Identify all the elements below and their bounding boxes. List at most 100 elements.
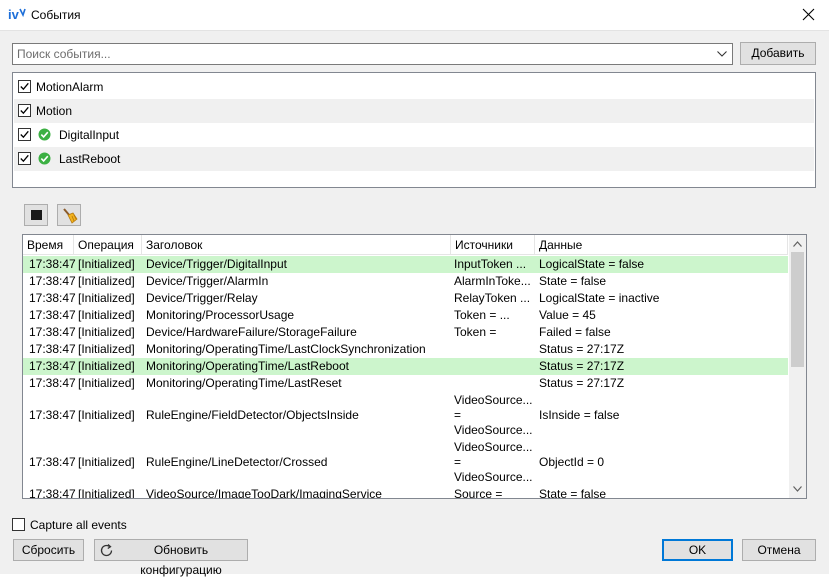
table-row[interactable]: 17:38:47 [Initialized] Monitoring/Proces…	[23, 307, 788, 324]
cell-sources-line: VideoSource...	[454, 440, 533, 454]
event-search-input[interactable]	[13, 44, 713, 64]
cell-title: Monitoring/OperatingTime/LastClockSynchr…	[146, 342, 426, 356]
event-log-grid[interactable]: Время Операция Заголовок Источники Данны…	[22, 234, 807, 499]
cell-data: Status = 27:17Z	[539, 376, 625, 390]
cell-sources-line: VideoSource...	[454, 423, 533, 437]
cell-operation: [Initialized]	[78, 291, 135, 305]
event-checkbox[interactable]	[18, 104, 31, 117]
cell-operation: [Initialized]	[78, 257, 135, 271]
scrollbar-thumb[interactable]	[791, 252, 804, 367]
cell-sources-line: =	[454, 408, 462, 422]
table-row[interactable]: 17:38:47 [Initialized] RuleEngine/LineDe…	[23, 439, 788, 486]
cell-title: Monitoring/OperatingTime/LastReset	[146, 376, 342, 390]
cell-time: 17:38:47	[29, 376, 76, 390]
event-checklist: MotionAlarm Motion DigitalInput LastRebo…	[12, 72, 816, 188]
cell-data: IsInside = false	[539, 408, 620, 422]
cell-time: 17:38:47	[29, 274, 76, 288]
event-checkbox[interactable]	[18, 80, 31, 93]
event-search-combo[interactable]	[12, 43, 733, 65]
cell-time: 17:38:47	[29, 408, 76, 422]
column-header-time[interactable]: Время	[23, 235, 74, 255]
event-label: LastReboot	[59, 152, 121, 166]
scroll-down-arrow-icon[interactable]	[793, 486, 802, 492]
close-button[interactable]	[789, 0, 829, 30]
event-item[interactable]: Motion	[14, 99, 814, 123]
cell-operation: [Initialized]	[78, 487, 135, 499]
scroll-up-arrow-icon[interactable]	[793, 241, 802, 247]
cell-sources: VideoSource... = VideoSource...	[450, 440, 533, 485]
cell-operation: [Initialized]	[78, 455, 135, 469]
cell-sources: Token = ...	[454, 308, 510, 322]
cell-operation: [Initialized]	[78, 274, 135, 288]
column-header-sources[interactable]: Источники	[451, 235, 535, 255]
vertical-scrollbar[interactable]	[789, 235, 806, 498]
cell-title: Monitoring/OperatingTime/LastReboot	[146, 359, 349, 373]
cell-operation: [Initialized]	[78, 408, 135, 422]
cell-title: Device/Trigger/AlarmIn	[146, 274, 269, 288]
ok-button[interactable]: OK	[662, 539, 733, 561]
cell-sources: RelayToken ...	[454, 291, 531, 305]
reset-button[interactable]: Сбросить	[13, 539, 84, 561]
chevron-down-icon	[717, 51, 727, 57]
cell-operation: [Initialized]	[78, 342, 135, 356]
checkmark-icon	[20, 106, 29, 115]
cell-operation: [Initialized]	[78, 376, 135, 390]
column-header-operation[interactable]: Операция	[74, 235, 142, 255]
broom-clear-icon	[63, 208, 78, 224]
table-row[interactable]: 17:38:47 [Initialized] Device/Trigger/Re…	[23, 290, 788, 307]
cell-data: ObjectId = 0	[539, 455, 605, 469]
cell-operation: [Initialized]	[78, 359, 135, 373]
stop-button[interactable]	[24, 204, 48, 226]
cell-operation: [Initialized]	[78, 308, 135, 322]
cell-data: State = false	[539, 274, 607, 288]
cancel-button[interactable]: Отмена	[742, 539, 816, 561]
table-row[interactable]: 17:38:47 [Initialized] Device/HardwareFa…	[23, 324, 788, 341]
cell-sources: Source =	[454, 487, 503, 499]
table-row[interactable]: 17:38:47 [Initialized] VideoSource/Image…	[23, 486, 788, 499]
iv-logo-icon: iv	[8, 6, 26, 22]
table-row[interactable]: 17:38:47 [Initialized] Monitoring/Operat…	[23, 341, 788, 358]
cell-title: Device/Trigger/DigitalInput	[146, 257, 287, 271]
column-header-data[interactable]: Данные	[535, 235, 788, 255]
cell-sources: Token =	[454, 325, 497, 339]
table-row[interactable]: 17:38:47 [Initialized] Monitoring/Operat…	[23, 375, 788, 392]
svg-text:iv: iv	[8, 7, 20, 22]
grid-header: Время Операция Заголовок Источники Данны…	[23, 235, 788, 255]
event-item[interactable]: MotionAlarm	[14, 75, 814, 99]
event-item[interactable]: DigitalInput	[14, 123, 814, 147]
refresh-config-button[interactable]: Обновить конфигурацию	[94, 539, 248, 577]
table-row[interactable]: 17:38:47 [Initialized] Device/Trigger/Di…	[23, 256, 788, 273]
cell-time: 17:38:47	[29, 359, 76, 373]
cell-title: Device/Trigger/Relay	[146, 291, 258, 305]
clear-log-button[interactable]	[57, 204, 81, 226]
cell-time: 17:38:47	[29, 325, 76, 339]
cell-time: 17:38:47	[29, 342, 76, 356]
cell-title: RuleEngine/FieldDetector/ObjectsInside	[146, 408, 359, 422]
column-header-title[interactable]: Заголовок	[142, 235, 451, 255]
cell-title: RuleEngine/LineDetector/Crossed	[146, 455, 328, 469]
combo-dropdown-button[interactable]	[713, 44, 731, 64]
cell-data: State = false	[539, 487, 607, 499]
checkbox-box[interactable]	[12, 518, 25, 531]
ok-green-check-icon	[38, 128, 51, 141]
checkmark-icon	[20, 154, 29, 163]
table-row[interactable]: 17:38:47 [Initialized] Monitoring/Operat…	[23, 358, 788, 375]
cell-title: VideoSource/ImageTooDark/ImagingService	[146, 487, 382, 499]
add-event-button[interactable]: Добавить	[740, 42, 816, 65]
cell-time: 17:38:47	[29, 257, 76, 271]
capture-all-events-label: Capture all events	[30, 518, 127, 532]
table-row[interactable]: 17:38:47 [Initialized] RuleEngine/FieldD…	[23, 392, 788, 439]
event-checkbox[interactable]	[18, 152, 31, 165]
stop-icon	[31, 210, 42, 220]
cell-title: Monitoring/ProcessorUsage	[146, 308, 295, 322]
cell-sources-line: VideoSource...	[454, 393, 533, 407]
event-checkbox[interactable]	[18, 128, 31, 141]
cell-time: 17:38:47	[29, 455, 76, 469]
cell-title: Device/HardwareFailure/StorageFailure	[146, 325, 357, 339]
event-item[interactable]: LastReboot	[14, 147, 814, 171]
checkmark-icon	[20, 82, 29, 91]
cell-data: Failed = false	[539, 325, 611, 339]
table-row[interactable]: 17:38:47 [Initialized] Device/Trigger/Al…	[23, 273, 788, 290]
checkmark-icon	[20, 130, 29, 139]
refresh-config-label: Обновить конфигурацию	[140, 543, 222, 577]
